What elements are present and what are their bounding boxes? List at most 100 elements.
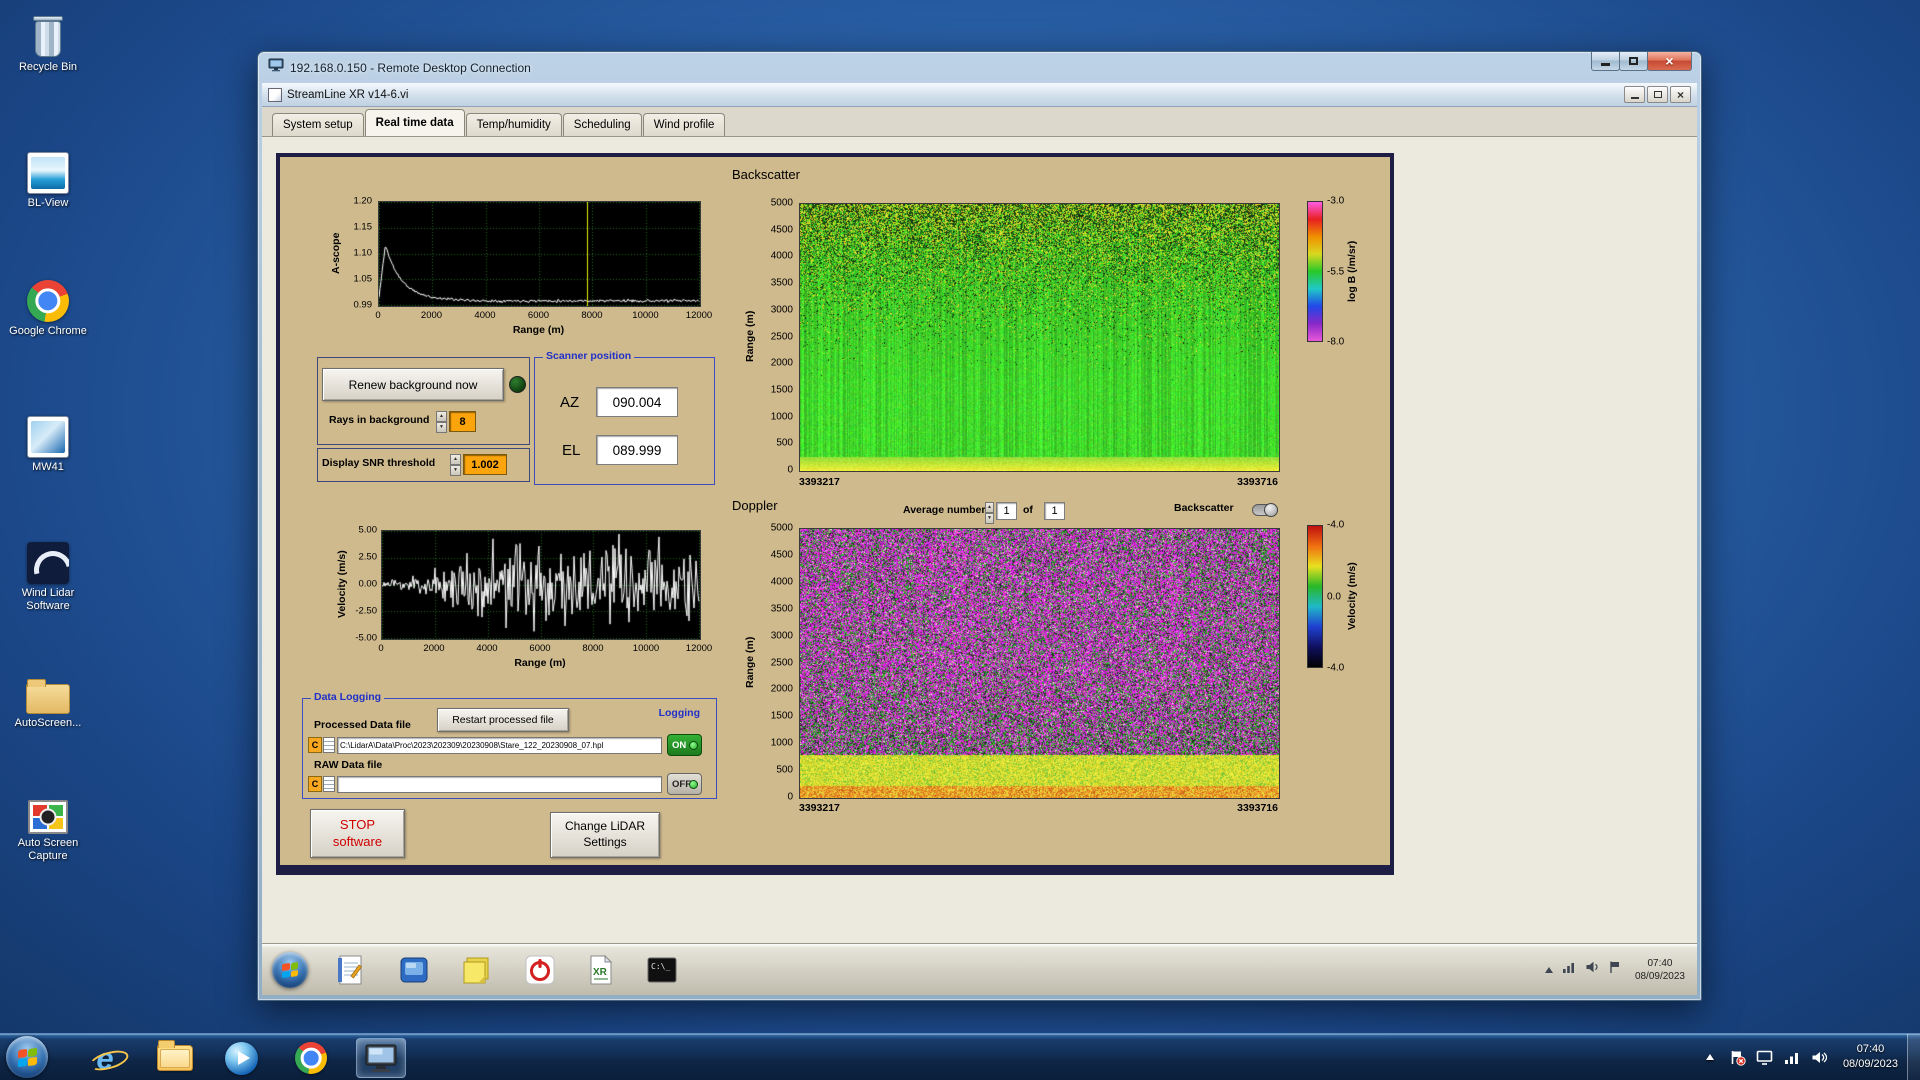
show-hidden-icons-icon[interactable]	[1544, 966, 1553, 973]
change-lidar-settings-button[interactable]: Change LiDAR Settings	[550, 812, 660, 858]
network-icon[interactable]	[1562, 960, 1576, 979]
auto-screen-capture-icon	[5, 788, 91, 834]
taskbar-internet-explorer-icon[interactable]: e	[82, 1038, 128, 1078]
desktop-icon-autoscreen[interactable]: AutoScreen...	[5, 668, 91, 730]
tick-label: 10000	[632, 310, 659, 321]
az-label: AZ	[560, 394, 580, 411]
remote-taskbar-display-icon[interactable]	[397, 952, 431, 988]
app-titlebar[interactable]: StreamLine XR v14-6.vi ×	[262, 83, 1697, 107]
taskbar-media-player-icon[interactable]	[218, 1038, 264, 1078]
rdp-monitor-icon	[365, 1044, 397, 1072]
snr-threshold-label: Display SNR threshold	[322, 457, 436, 469]
spinner-down-icon[interactable]: ▼	[985, 513, 994, 524]
taskbar: e 07:40 08/09/2023	[0, 1033, 1920, 1080]
display-icon[interactable]	[1756, 1048, 1774, 1066]
raw-logging-toggle[interactable]: OFF	[667, 773, 702, 795]
rays-spinner[interactable]: ▲ ▼	[436, 411, 447, 433]
tick-label: 4000	[474, 310, 496, 321]
snr-value-field[interactable]: 1.002	[463, 454, 507, 475]
processed-logging-toggle[interactable]: ON	[667, 734, 702, 756]
remote-start-button[interactable]	[272, 952, 308, 988]
restart-processed-file-button[interactable]: Restart processed file	[437, 708, 569, 732]
taskbar-explorer-icon[interactable]	[152, 1038, 198, 1078]
app-minimize-button[interactable]	[1624, 86, 1645, 103]
renew-background-button[interactable]: Renew background now	[322, 368, 504, 401]
minimize-icon	[1630, 97, 1639, 99]
tick-label: 2000	[770, 357, 793, 369]
raw-data-file-label: RAW Data file	[314, 759, 383, 771]
tick-label: 8000	[581, 310, 603, 321]
tick-label: 1.10	[353, 247, 373, 259]
doppler-section-title: Doppler	[732, 498, 778, 513]
velocity-x-ticks: 0 2000 4000 6000 8000 10000 12000	[378, 643, 712, 655]
rdp-maximize-button[interactable]	[1619, 52, 1648, 71]
desktop-icon-mw41[interactable]: MW41	[5, 412, 91, 474]
spinner-down-icon[interactable]: ▼	[436, 422, 447, 433]
volume-icon[interactable]	[1810, 1048, 1828, 1066]
desktop-icon-label: Auto Screen Capture	[17, 837, 79, 862]
action-center-flag-icon[interactable]	[1729, 1048, 1747, 1066]
remote-clock[interactable]: 07:40 08/09/2023	[1631, 957, 1689, 983]
desktop-icon-recycle-bin[interactable]: Recycle Bin	[5, 12, 91, 74]
rdp-titlebar[interactable]: 192.168.0.150 - Remote Desktop Connectio…	[258, 52, 1701, 83]
tick-label: 4000	[770, 576, 793, 588]
raw-path-field[interactable]	[337, 776, 662, 793]
rdp-close-button[interactable]: ×	[1647, 52, 1692, 71]
scanner-position-title: Scanner position	[543, 350, 635, 362]
svg-text:XR: XR	[593, 967, 608, 978]
start-button[interactable]	[6, 1036, 48, 1078]
volume-icon[interactable]	[1585, 960, 1599, 979]
app-restore-button[interactable]	[1647, 86, 1668, 103]
led-icon	[689, 741, 698, 750]
desktop-icon-google-chrome[interactable]: Google Chrome	[5, 276, 91, 338]
desktop-icon-wind-lidar-software[interactable]: Wind Lidar Software	[5, 538, 91, 613]
raw-file-icon[interactable]	[323, 776, 335, 792]
network-icon[interactable]	[1783, 1048, 1801, 1066]
taskbar-rdp-icon[interactable]	[356, 1038, 406, 1078]
tab-temp-humidity[interactable]: Temp/humidity	[465, 113, 562, 136]
tab-real-time-data[interactable]: Real time data	[364, 109, 465, 136]
remote-taskbar-console-icon[interactable]: C:\_	[645, 952, 679, 988]
remote-taskbar-journal-icon[interactable]	[333, 952, 367, 988]
tick-label: 0.0	[1327, 591, 1341, 602]
average-spinner[interactable]: ▲ ▼	[985, 502, 994, 524]
flag-icon[interactable]	[1608, 960, 1622, 979]
spinner-up-icon[interactable]: ▲	[450, 454, 461, 465]
backscatter-toggle[interactable]	[1252, 503, 1278, 517]
remote-taskbar-sticky-notes-icon[interactable]	[459, 952, 493, 988]
taskbar-chrome-icon[interactable]	[288, 1038, 334, 1078]
app-close-button[interactable]: ×	[1670, 86, 1691, 103]
stop-software-button[interactable]: STOP software	[310, 809, 405, 858]
spinner-down-icon[interactable]: ▼	[450, 465, 461, 476]
remote-taskbar-xr-file-icon[interactable]: XR	[584, 952, 618, 988]
up-arrow-icon	[1705, 1054, 1714, 1060]
processed-drive-icon[interactable]: C	[308, 737, 322, 753]
desktop-icon-auto-screen-capture[interactable]: Auto Screen Capture	[5, 788, 91, 863]
spinner-up-icon[interactable]: ▲	[436, 411, 447, 422]
processed-file-icon[interactable]	[323, 737, 335, 753]
raw-drive-icon[interactable]: C	[308, 776, 322, 792]
snr-spinner[interactable]: ▲ ▼	[450, 454, 461, 476]
processed-path-field[interactable]: C:\LidarA\Data\Proc\2023\202309\20230908…	[337, 737, 662, 754]
labview-vi-icon	[268, 87, 282, 102]
spinner-up-icon[interactable]: ▲	[985, 502, 994, 513]
data-logging-title: Data Logging	[311, 691, 385, 703]
tick-label: 3500	[770, 277, 793, 289]
ascope-plot[interactable]	[378, 201, 701, 307]
tick-label: 2500	[770, 331, 793, 342]
tab-system-setup[interactable]: System setup	[272, 113, 364, 136]
average-number-field[interactable]: 1	[996, 502, 1017, 520]
show-desktop-button[interactable]	[1907, 1033, 1920, 1080]
rays-value-field[interactable]: 8	[449, 411, 476, 432]
doppler-x-labels: 3393217 3393716	[799, 802, 1278, 815]
front-panel-area: A-scope 1.20 1.15 1.10 1.05 0.99 0 2000 4000 60…	[262, 137, 1697, 943]
desktop-icon-bl-view[interactable]: BL-View	[5, 148, 91, 210]
tab-wind-profile[interactable]: Wind profile	[642, 113, 726, 136]
rdp-minimize-button[interactable]	[1591, 52, 1620, 71]
tick-label: 5.00	[358, 524, 378, 536]
taskbar-clock[interactable]: 07:40 08/09/2023	[1834, 1042, 1907, 1072]
tick-label: -4.0	[1327, 662, 1345, 674]
tab-scheduling[interactable]: Scheduling	[562, 113, 642, 136]
show-hidden-icons-button[interactable]	[1700, 1047, 1720, 1067]
remote-taskbar-power-icon[interactable]	[523, 952, 557, 988]
